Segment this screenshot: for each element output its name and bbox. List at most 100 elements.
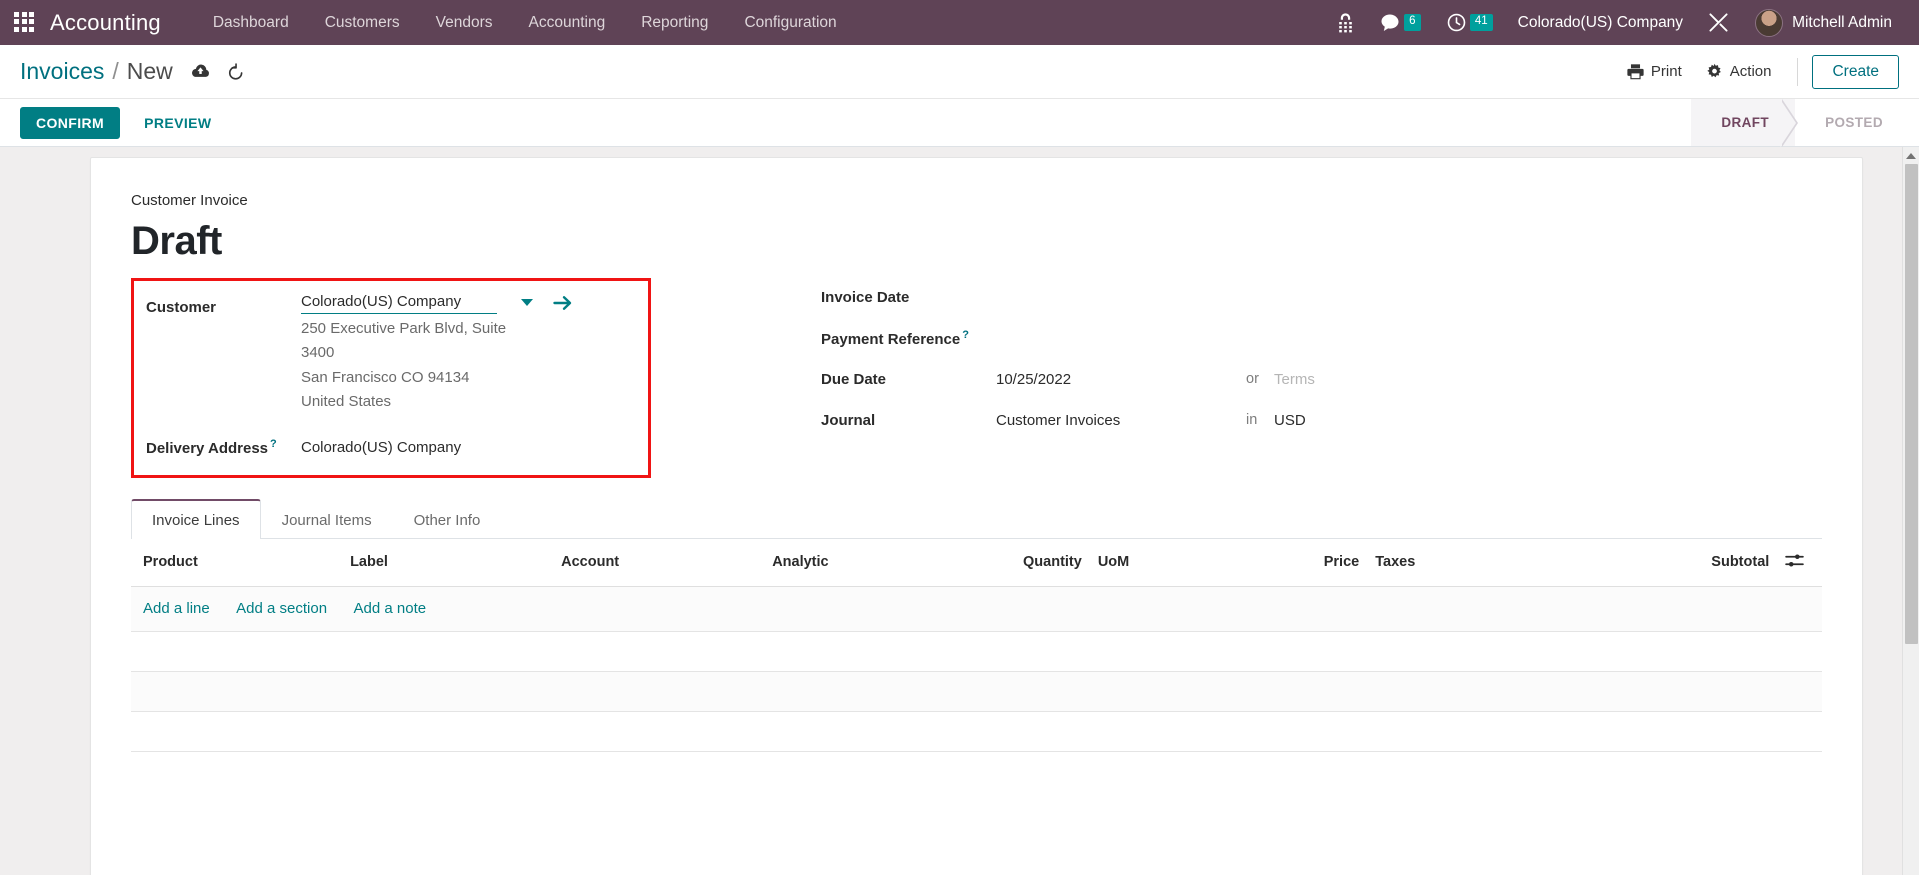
column-header-price[interactable]: Price <box>1294 538 1368 587</box>
payment-reference-row: Payment Reference? <box>821 327 1822 349</box>
address-line-3: San Francisco CO 94134 <box>301 368 470 386</box>
currency-input[interactable]: USD <box>1274 412 1306 429</box>
cloud-upload-icon <box>191 64 209 77</box>
invoice-date-label: Invoice Date <box>821 288 910 306</box>
payment-terms-input[interactable]: Terms <box>1274 371 1315 388</box>
column-header-product[interactable]: Product <box>131 538 343 587</box>
breadcrumb: Invoices / New <box>20 58 173 85</box>
form-columns: Customer Colorado(US) Company 250 Execut… <box>131 264 1822 478</box>
scrollbar-thumb[interactable] <box>1905 164 1918 644</box>
toolbar-divider <box>1797 57 1799 86</box>
payment-reference-label-text: Payment Reference <box>821 330 961 348</box>
tab-invoice-lines[interactable]: Invoice Lines <box>131 498 261 539</box>
help-icon[interactable]: ? <box>962 329 969 341</box>
breadcrumb-item-invoices[interactable]: Invoices <box>20 58 104 85</box>
customer-label: Customer <box>146 299 217 316</box>
action-button[interactable]: Action <box>1694 59 1784 84</box>
tools-icon <box>1709 13 1728 32</box>
add-controls-cell: Add a line Add a section Add a note <box>131 586 1822 632</box>
invoice-form-sheet: Customer Invoice Draft Customer Colorado… <box>90 157 1863 875</box>
breadcrumb-item-new: New <box>126 58 173 84</box>
optional-columns-toggle[interactable] <box>1777 538 1822 587</box>
table-row[interactable] <box>131 631 1822 672</box>
menu-customers[interactable]: Customers <box>307 0 418 45</box>
delivery-address-label-text: Delivery Address <box>146 440 269 458</box>
table-row[interactable] <box>131 671 1822 712</box>
column-header-account[interactable]: Account <box>553 538 765 587</box>
discard-button[interactable] <box>226 62 245 81</box>
invoice-lines-table: Product Label Account Analytic Quantity … <box>131 538 1822 752</box>
vertical-scrollbar[interactable] <box>1902 147 1919 875</box>
invoice-lines-header: Product Label Account Analytic Quantity … <box>131 538 1822 587</box>
app-brand-accounting[interactable]: Accounting <box>50 10 161 36</box>
apps-grid-icon[interactable] <box>14 11 36 34</box>
chevron-down-icon[interactable] <box>521 299 533 306</box>
delivery-address-value[interactable]: Colorado(US) Company <box>301 430 461 460</box>
document-type-label: Customer Invoice <box>131 192 248 209</box>
debug-menu-button[interactable] <box>1695 0 1742 45</box>
add-a-section-link[interactable]: Add a section <box>236 600 327 617</box>
column-header-analytic[interactable]: Analytic <box>764 538 994 587</box>
printer-icon <box>1627 64 1644 80</box>
menu-accounting[interactable]: Accounting <box>511 0 624 45</box>
scroll-up-button[interactable] <box>1903 147 1919 164</box>
invoice-lines-body: Add a line Add a section Add a note <box>131 586 1822 752</box>
tab-journal-items[interactable]: Journal Items <box>261 500 393 539</box>
delivery-address-label: Delivery Address? <box>146 430 301 461</box>
confirm-button[interactable]: CONFIRM <box>20 106 121 139</box>
column-header-quantity[interactable]: Quantity <box>993 538 1090 587</box>
delivery-address-field-row: Delivery Address? Colorado(US) Company <box>146 430 648 461</box>
control-panel: Invoices / New Print Action Create CONFI… <box>0 45 1919 147</box>
due-date-row: Due Date 10/25/2022 or Terms <box>821 368 1822 390</box>
add-a-line-link[interactable]: Add a line <box>143 600 210 617</box>
print-label: Print <box>1650 63 1682 80</box>
add-a-note-link[interactable]: Add a note <box>354 600 427 617</box>
triangle-up-icon <box>1906 152 1916 159</box>
create-button[interactable]: Create <box>1812 54 1899 89</box>
column-header-subtotal[interactable]: Subtotal <box>1644 538 1778 587</box>
action-label: Action <box>1729 63 1772 80</box>
column-header-taxes[interactable]: Taxes <box>1367 538 1645 587</box>
messages-button[interactable]: 6 <box>1367 0 1434 45</box>
print-button[interactable]: Print <box>1615 59 1694 84</box>
company-switcher[interactable]: Colorado(US) Company <box>1506 14 1695 32</box>
journal-conjunction: in <box>1246 412 1258 428</box>
add-controls-row: Add a line Add a section Add a note <box>131 586 1822 632</box>
menu-reporting[interactable]: Reporting <box>623 0 726 45</box>
notebook-tabs: Invoice Lines Journal Items Other Info <box>131 498 1822 539</box>
address-line-1: 250 Executive Park Blvd, Suite <box>301 320 507 337</box>
top-navbar: Accounting Dashboard Customers Vendors A… <box>0 0 1919 45</box>
voip-button[interactable] <box>1324 0 1367 45</box>
chat-bubble-icon <box>1381 14 1399 31</box>
save-button[interactable] <box>191 63 210 80</box>
phone-dialpad-icon <box>1339 12 1352 32</box>
preview-button[interactable]: PREVIEW <box>128 107 227 139</box>
menu-vendors[interactable]: Vendors <box>418 0 511 45</box>
breadcrumb-separator: / <box>112 58 119 84</box>
customer-many2one <box>301 291 573 314</box>
user-menu-button[interactable]: Mitchell Admin <box>1742 0 1905 45</box>
column-header-label[interactable]: Label <box>342 538 554 587</box>
column-header-uom[interactable]: UoM <box>1089 538 1295 587</box>
sheet-wrapper: Customer Invoice Draft Customer Colorado… <box>0 147 1919 875</box>
address-line-2: 3400 <box>301 344 335 362</box>
statusbar-spacer <box>228 99 1692 146</box>
systray: 6 41 Colorado(US) Company Mitchell Admin <box>1324 0 1919 45</box>
due-date-input[interactable]: 10/25/2022 <box>996 371 1246 388</box>
journal-input[interactable]: Customer Invoices <box>996 412 1246 429</box>
menu-configuration[interactable]: Configuration <box>726 0 854 45</box>
tab-other-info[interactable]: Other Info <box>393 500 502 539</box>
status-badge-draft[interactable]: DRAFT <box>1691 99 1798 147</box>
table-row[interactable] <box>131 711 1822 752</box>
customer-input[interactable] <box>301 291 497 314</box>
menu-dashboard[interactable]: Dashboard <box>195 0 307 45</box>
messages-count-badge: 6 <box>1403 14 1421 31</box>
form-left-column: Customer Colorado(US) Company 250 Execut… <box>131 264 651 478</box>
due-date-conjunction: or <box>1246 371 1259 387</box>
help-icon[interactable]: ? <box>270 438 277 450</box>
record-actions <box>191 62 245 81</box>
activities-button[interactable]: 41 <box>1434 0 1506 45</box>
status-bar: CONFIRM PREVIEW DRAFT POSTED <box>0 98 1919 147</box>
arrow-right-icon[interactable] <box>553 294 573 312</box>
status-badge-posted[interactable]: POSTED <box>1795 99 1919 146</box>
